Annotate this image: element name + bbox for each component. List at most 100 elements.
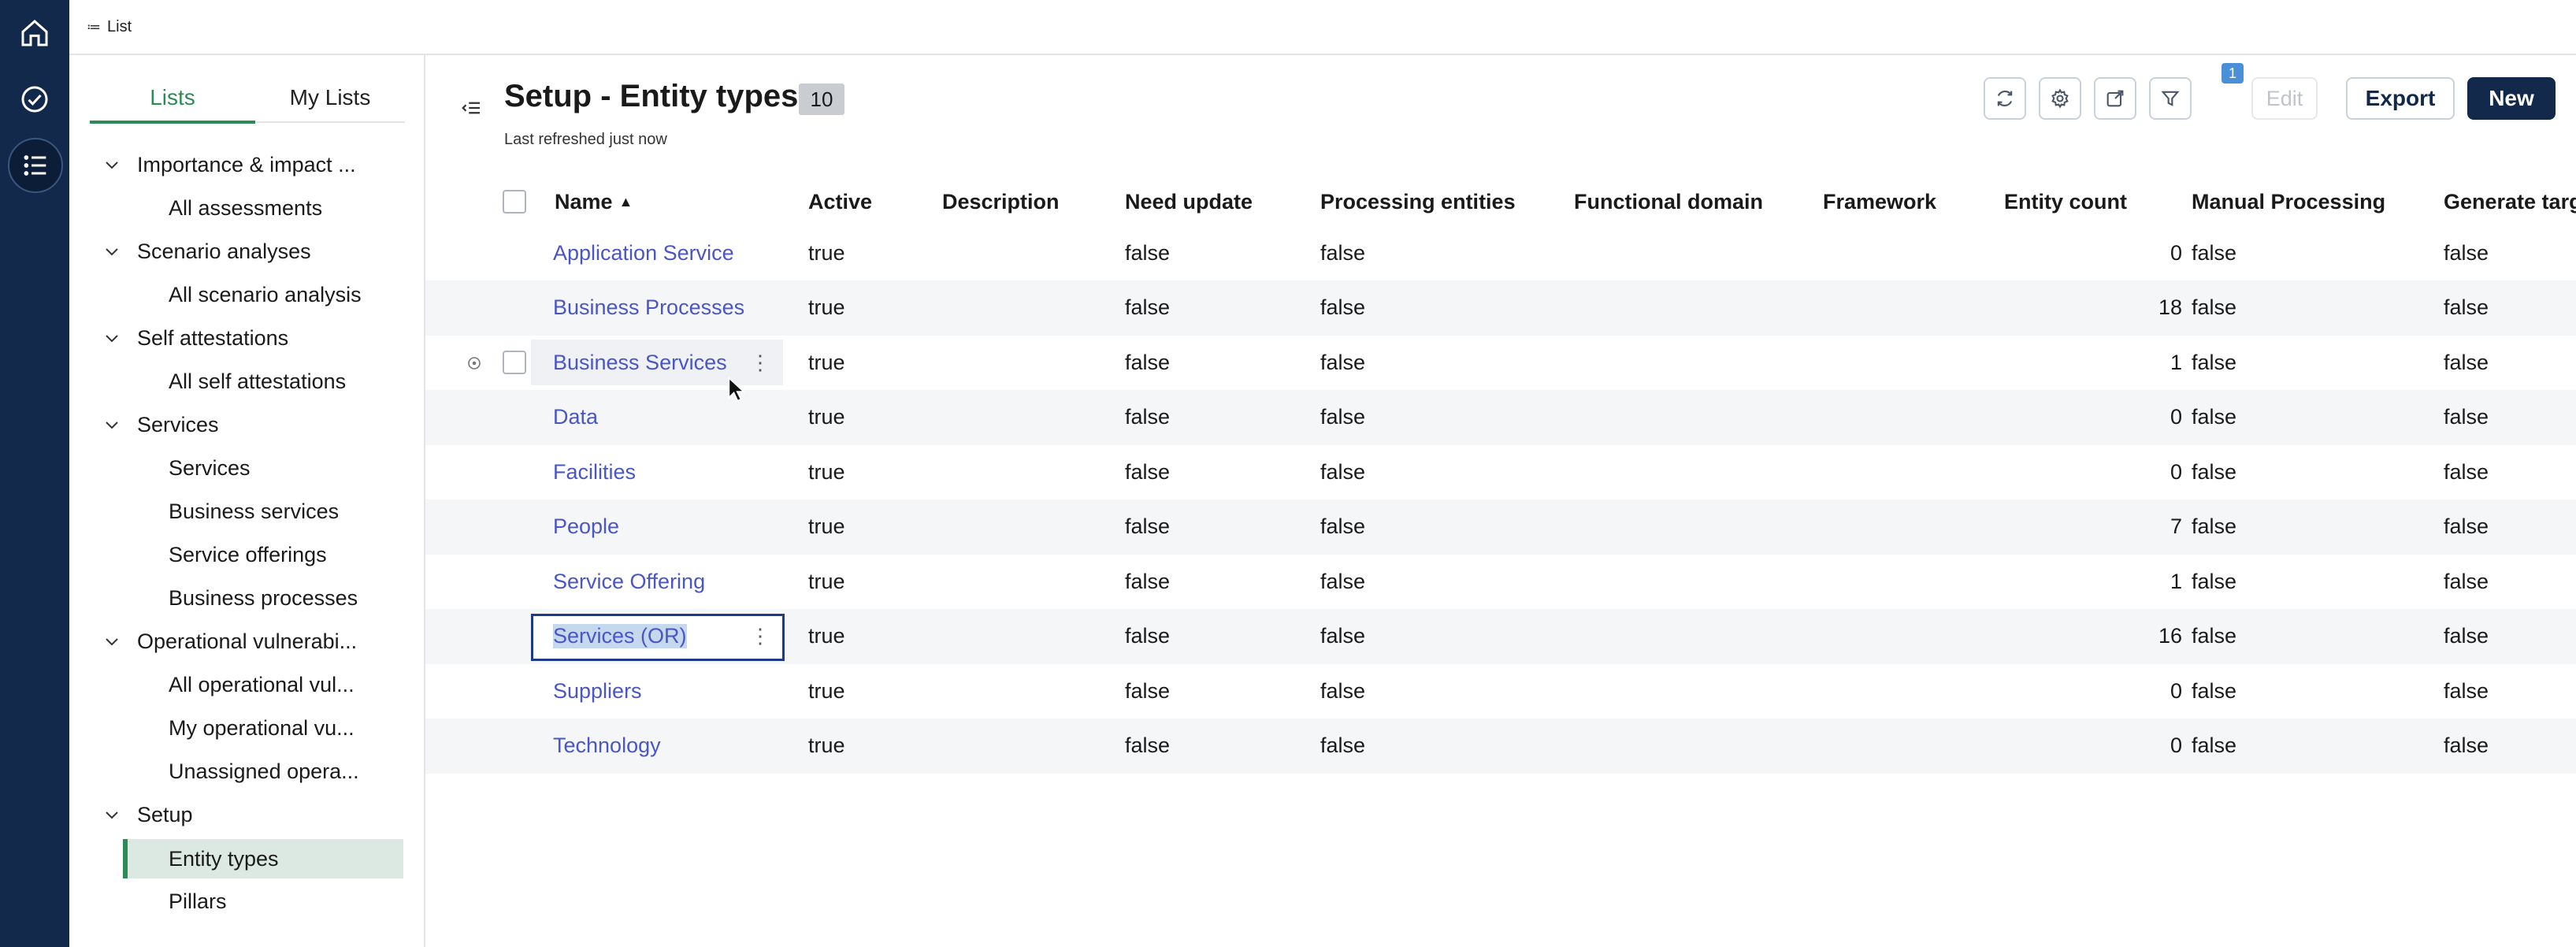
column-header-entity-count[interactable]: Entity count	[2004, 186, 2127, 217]
row-expand-icon[interactable]	[466, 355, 482, 371]
column-header-processing-entities[interactable]: Processing entities	[1320, 186, 1516, 217]
cell-active: true	[808, 459, 845, 484]
cell-need-update: false	[1125, 514, 1171, 538]
select-all-checkbox[interactable]	[503, 190, 526, 214]
tree-item-business-processes[interactable]: Business processes	[169, 578, 358, 618]
tree-item-all-assessments[interactable]: All assessments	[169, 188, 322, 228]
breadcrumb-list-icon: ≔	[87, 18, 101, 35]
record-count-badge: 10	[799, 84, 844, 115]
column-header-name[interactable]: Name ▲	[555, 186, 633, 217]
tree-item-all-operational-vul[interactable]: All operational vul...	[169, 665, 354, 704]
cell-entity-count: 0	[2170, 733, 2182, 757]
cell-generate-targets: false	[2444, 678, 2489, 703]
tree-group-self-attestations[interactable]: Self attestations	[101, 318, 288, 358]
cell-manual-processing: false	[2192, 514, 2237, 538]
table-row[interactable]: Suppliers true false false false false 0	[425, 663, 2576, 719]
tree-item-business-services[interactable]: Business services	[169, 492, 339, 531]
entity-name-link[interactable]: Technology	[553, 719, 661, 774]
chevron-down-icon	[101, 414, 123, 436]
table-row[interactable]: Data true false false false false 0	[425, 389, 2576, 445]
table-row[interactable]: Facilities true false false false false 0	[425, 444, 2576, 499]
column-header-framework[interactable]: Framework	[1823, 186, 1936, 217]
refresh-button[interactable]	[1984, 77, 2026, 120]
entity-name-link[interactable]: People	[553, 499, 619, 555]
list-icon[interactable]	[8, 138, 63, 193]
tree-item-all-self-attestations[interactable]: All self attestations	[169, 362, 346, 401]
entity-name-link[interactable]: Facilities	[553, 444, 636, 499]
filter-button[interactable]	[2149, 77, 2192, 120]
cell-generate-targets: false	[2444, 733, 2489, 757]
entity-name-link[interactable]: Business Services	[553, 335, 727, 390]
export-button[interactable]: Export	[2346, 77, 2455, 120]
cell-manual-processing: false	[2192, 569, 2237, 593]
tree-group-services[interactable]: Services	[101, 405, 219, 444]
entity-name-link[interactable]: Data	[553, 390, 598, 445]
entity-name-link[interactable]: Services (OR)	[553, 609, 687, 664]
new-button[interactable]: New	[2467, 77, 2556, 120]
filter-count-badge: 1	[2222, 63, 2244, 84]
column-header-generate-targets[interactable]: Generate targ	[2444, 186, 2576, 217]
tree-item-all-scenario-analysis[interactable]: All scenario analysis	[169, 275, 362, 314]
cell-generate-targets: false	[2444, 350, 2489, 374]
column-header-need-update[interactable]: Need update	[1125, 186, 1253, 217]
column-header-active[interactable]: Active	[808, 186, 872, 217]
check-circle-icon[interactable]	[3, 68, 66, 131]
share-button[interactable]	[2094, 77, 2136, 120]
tree-item-unassigned-opera[interactable]: Unassigned opera...	[169, 752, 359, 791]
tab-lists[interactable]: Lists	[90, 85, 255, 110]
app-rail	[0, 0, 69, 947]
entity-name-link[interactable]: Service Offering	[553, 554, 705, 609]
gear-icon	[2051, 88, 2069, 109]
entity-name-text: Services (OR)	[553, 624, 687, 648]
cell-generate-targets: false	[2444, 514, 2489, 538]
table-row[interactable]: Service Offering true false false false false…	[425, 554, 2576, 609]
entity-name-text: Suppliers	[553, 678, 642, 703]
tree-group-scenario-analyses[interactable]: Scenario analyses	[101, 232, 311, 271]
breadcrumb[interactable]: List	[107, 18, 132, 36]
column-header-manual-processing[interactable]: Manual Processing	[2192, 186, 2385, 217]
cell-active: true	[808, 733, 845, 757]
cell-processing-entities: false	[1320, 624, 1366, 648]
entity-name-text: Technology	[553, 733, 661, 757]
cell-entity-count: 18	[2158, 295, 2182, 319]
cell-generate-targets: false	[2444, 405, 2489, 429]
tab-my-lists[interactable]: My Lists	[255, 85, 405, 110]
cell-generate-targets: false	[2444, 569, 2489, 593]
cell-manual-processing: false	[2192, 295, 2237, 319]
chevron-down-icon	[101, 327, 123, 349]
tree-item-services[interactable]: Services	[169, 448, 251, 488]
entity-name-link[interactable]: Business Processes	[553, 280, 744, 336]
collapse-sidebar-icon[interactable]	[460, 96, 484, 120]
cell-manual-processing: false	[2192, 240, 2237, 265]
cell-active: true	[808, 295, 845, 319]
tree-item-service-offerings[interactable]: Service offerings	[169, 535, 327, 574]
tree-group-label: Setup	[137, 802, 193, 826]
more-options-icon[interactable]: ⋮	[750, 609, 770, 664]
tree-group-importance[interactable]: Importance & impact ...	[101, 145, 356, 184]
cell-active: true	[808, 240, 845, 265]
entity-name-link[interactable]: Application Service	[553, 225, 734, 280]
table-row[interactable]: Technology true false false false false 0	[425, 718, 2576, 774]
table-row[interactable]: Application Service true false false false fa…	[425, 225, 2576, 280]
entity-name-text: Data	[553, 405, 599, 429]
cell-need-update: false	[1125, 240, 1171, 265]
table-row[interactable]: People true false false false false 7	[425, 499, 2576, 555]
settings-button[interactable]	[2039, 77, 2081, 120]
tree-item-pillars[interactable]: Pillars	[169, 882, 227, 921]
tree-item-my-operational-vu[interactable]: My operational vu...	[169, 708, 354, 748]
tree-group-setup[interactable]: Setup	[101, 795, 193, 834]
row-checkbox[interactable]	[503, 351, 526, 374]
table-row[interactable]: Business Processes true false false false fal…	[425, 280, 2576, 336]
tree-item-entity-types[interactable]: Entity types	[123, 839, 403, 878]
entity-name-link[interactable]: Suppliers	[553, 663, 642, 719]
column-header-description[interactable]: Description	[942, 186, 1060, 217]
home-icon[interactable]	[3, 2, 66, 65]
tree-group-operational-vulnerabilities[interactable]: Operational vulnerabi...	[101, 622, 357, 661]
chevron-down-icon	[101, 630, 123, 652]
chevron-down-icon	[101, 240, 123, 262]
table-row[interactable]: Business Services ⋮ true false false false fal…	[425, 335, 2576, 390]
column-header-functional-domain[interactable]: Functional domain	[1574, 186, 1763, 217]
table-row[interactable]: Services (OR) ⋮ true false false false false 16	[425, 608, 2576, 664]
more-options-icon[interactable]: ⋮	[750, 335, 770, 390]
edit-button[interactable]: Edit	[2251, 77, 2318, 120]
